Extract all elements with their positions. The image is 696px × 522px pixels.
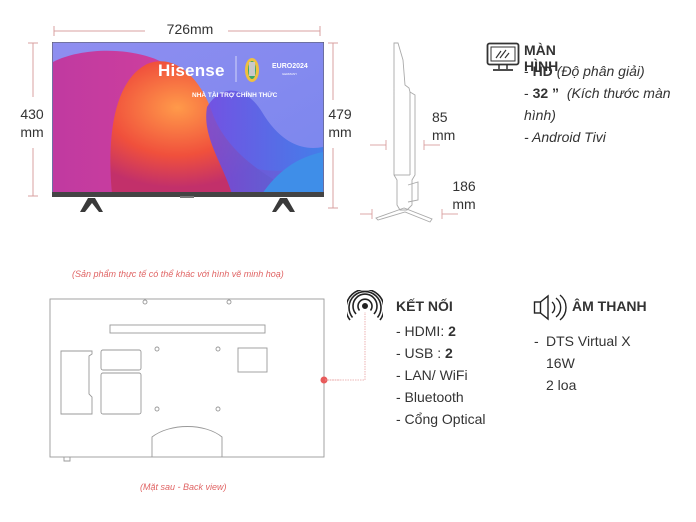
tv-foot-right	[272, 198, 295, 212]
front-view: 726mm 430 mm 479 mm Hisense EURO2024 GER…	[0, 0, 360, 230]
width-label: 726mm	[166, 21, 214, 37]
os-line: - Android Tivi	[524, 129, 606, 145]
tv-back-illustration	[49, 298, 340, 462]
connectivity-spec-title: KẾT NỐI	[396, 298, 453, 314]
audio-spec-title: ÂM THANH	[572, 298, 647, 314]
resolution-line: - HD (Độ phân giải)	[524, 63, 645, 79]
audio-speakers: 2 loa	[546, 377, 577, 393]
hdmi-item: - HDMI: 2	[396, 323, 456, 339]
disclaimer-note: (Sản phẩm thực tế có thể khác với hình v…	[72, 269, 284, 279]
network-item: - LAN/ WiFi	[396, 367, 468, 383]
brand-logo: Hisense	[158, 61, 225, 80]
euro-logo: EURO2024	[272, 63, 308, 70]
bluetooth-item: - Bluetooth	[396, 389, 464, 405]
audio-power: 16W	[546, 355, 575, 371]
sponsor-text: NHÀ TÀI TRỢ CHÍNH THỨC	[192, 92, 278, 99]
total-height-label: 479 mm	[328, 106, 352, 140]
optical-item: - Cổng Optical	[396, 411, 486, 427]
height-label: 430 mm	[20, 106, 44, 140]
audio-list: DTS Virtual X 16W 2 loa	[546, 330, 631, 396]
connectivity-list: - HDMI: 2 - USB : 2 - LAN/ WiFi - Blueto…	[396, 320, 485, 430]
depth-label: 85 mm	[432, 109, 456, 143]
size-line-cont: hình)	[524, 107, 556, 123]
wireless-signal-icon	[347, 290, 383, 321]
monitor-icon	[486, 42, 520, 71]
size-line: - 32 ” (Kích thước màn	[524, 85, 671, 101]
usb-item: - USB : 2	[396, 345, 453, 361]
back-view-label: (Mặt sau - Back view)	[140, 482, 227, 492]
depth-with-stand-label: 186 mm	[452, 178, 476, 212]
tv-foot-left	[80, 198, 103, 212]
euro-sub: GERMANY	[282, 72, 298, 76]
audio-dash: -	[534, 333, 539, 349]
speaker-icon	[533, 294, 567, 321]
audio-technology: DTS Virtual X	[546, 333, 631, 349]
